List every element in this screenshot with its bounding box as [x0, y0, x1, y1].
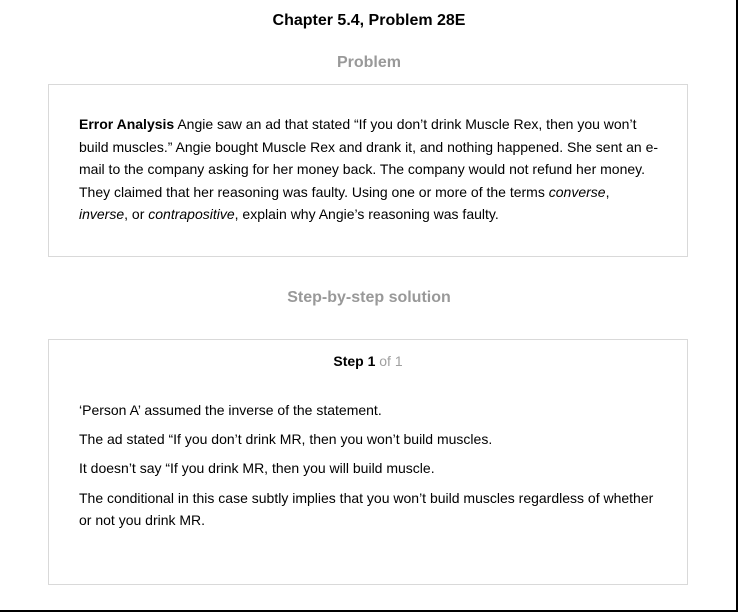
solution-line: The ad stated “If you don’t drink MR, th…: [79, 431, 493, 448]
step-content: ‘Person A’ assumed the inverse of the st…: [79, 399, 659, 538]
solution-heading: Step-by-step solution: [287, 289, 451, 306]
step-label: Step 1: [333, 353, 376, 369]
problem-heading: Problem: [336, 54, 401, 71]
term-inverse: inverse: [79, 206, 125, 222]
solution-line: It doesn’t say “If you drink MR, then yo…: [79, 460, 435, 477]
term-separator-2: , or: [124, 206, 149, 222]
term-contrapositive: contrapositive: [148, 206, 235, 222]
problem-box: Error Analysis Angie saw an ad that stat…: [48, 84, 688, 257]
problem-lead: Error Analysis: [79, 116, 175, 132]
step-count: of 1: [375, 353, 403, 369]
problem-statement: Error Analysis Angie saw an ad that stat…: [79, 113, 659, 226]
solution-line: ‘Person A’ assumed the inverse of the st…: [79, 402, 382, 418]
solution-line: The conditional in this case subtly impl…: [79, 489, 654, 529]
solution-box: Step 1 of 1 ‘Person A’ assumed the inver…: [48, 339, 688, 585]
term-separator-1: ,: [605, 183, 610, 200]
term-converse: converse: [548, 183, 606, 200]
step-header: Step 1 of 1: [49, 352, 687, 370]
page-title: Chapter 5.4, Problem 28E: [272, 12, 466, 29]
problem-text-part-2: , explain why Angie’s reasoning was faul…: [234, 206, 499, 222]
